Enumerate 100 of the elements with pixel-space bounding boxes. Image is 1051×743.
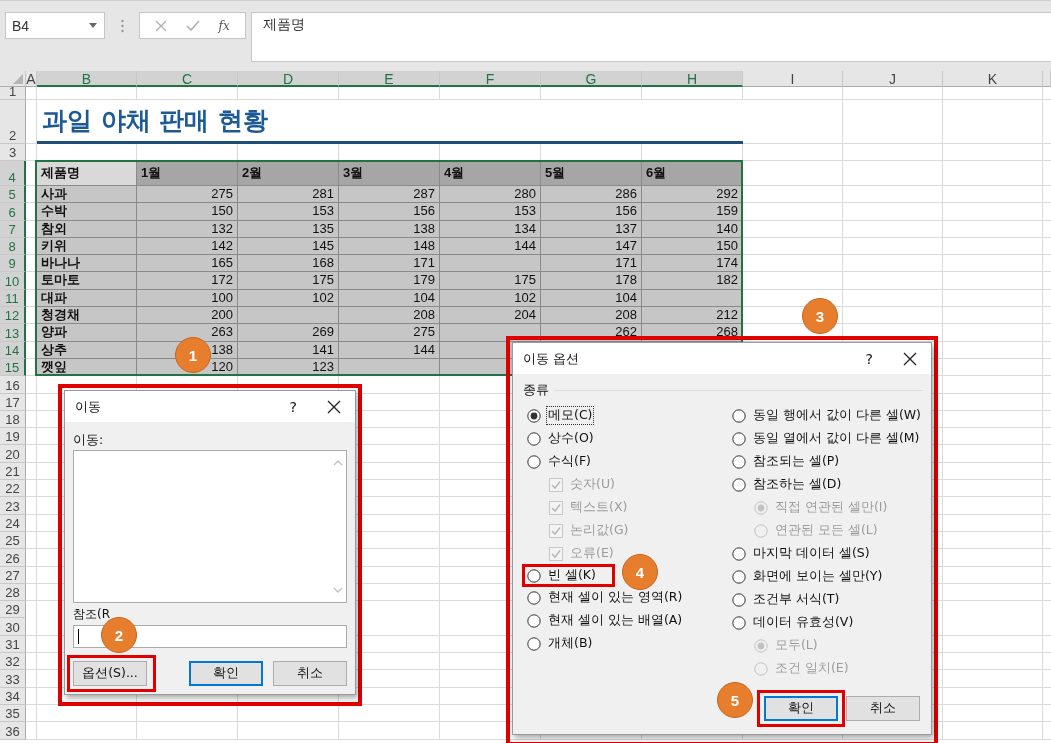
table-cell: 175 [440, 272, 541, 290]
row-header[interactable]: 32 [0, 653, 26, 671]
dropdown-icon [89, 23, 97, 28]
table-cell: 208 [541, 307, 642, 325]
help-button[interactable]: ? [289, 398, 297, 415]
radio-option[interactable]: 화면에 보이는 셀만(Y) [732, 565, 885, 588]
table-cell: 174 [642, 255, 743, 273]
close-icon [327, 399, 341, 414]
cancel-icon [155, 19, 168, 32]
dialog-button[interactable]: 확인 [189, 661, 263, 686]
row-header[interactable]: 20 [0, 445, 26, 463]
row-header[interactable]: 36 [0, 722, 26, 740]
row-header[interactable]: 30 [0, 618, 26, 636]
row-header[interactable]: 26 [0, 549, 26, 567]
row-header[interactable]: 1 [0, 87, 26, 100]
radio-option[interactable]: 상수(O) [527, 427, 596, 450]
product-name-cell: 청경채 [37, 307, 137, 325]
insert-function-button[interactable]: fx [218, 18, 230, 33]
product-name-cell: 양파 [37, 324, 137, 342]
sheet-title: 과일 야채 판매 현황 [37, 100, 743, 144]
row-header[interactable]: 9 [0, 255, 26, 273]
column-header[interactable] [1043, 71, 1051, 87]
product-name-cell: 수박 [37, 203, 137, 221]
column-header[interactable]: J [843, 71, 943, 87]
table-cell: 150 [137, 203, 238, 221]
column-header[interactable]: C [137, 71, 238, 87]
table-cell: 168 [238, 255, 339, 273]
table-cell: 156 [339, 203, 440, 221]
row-header[interactable]: 2 [0, 100, 26, 144]
chevron-down-icon [332, 587, 343, 593]
column-header[interactable]: F [440, 71, 541, 87]
table-cell: 212 [642, 307, 743, 325]
radio-option[interactable]: 개체(B) [527, 632, 595, 655]
radio-option[interactable]: 빈 셀(K) [527, 567, 598, 584]
table-cell: 275 [137, 186, 238, 204]
table-cell: 153 [440, 203, 541, 221]
dialog-button[interactable]: 옵션(S)... [73, 661, 147, 686]
column-heading: 6월 [642, 161, 743, 186]
column-header[interactable]: K [943, 71, 1043, 87]
row-header[interactable]: 23 [0, 497, 26, 515]
column-header[interactable]: B [37, 71, 137, 87]
column-heading: 3월 [339, 161, 440, 186]
radio-option[interactable]: 참조하는 셀(D) [732, 473, 844, 496]
table-cell: 275 [339, 324, 440, 342]
row-header[interactable]: 3 [0, 144, 26, 161]
radio-option[interactable]: 데이터 유효성(V) [732, 611, 856, 634]
help-button[interactable]: ? [865, 350, 873, 367]
radio-option[interactable]: 수식(F) [527, 450, 593, 473]
table-cell: 182 [642, 272, 743, 290]
column-header[interactable]: D [238, 71, 339, 87]
row-header[interactable]: 6 [0, 203, 26, 221]
row-header[interactable]: 4 [0, 161, 26, 186]
row-header[interactable]: 5 [0, 186, 26, 204]
radio-option[interactable]: 조건부 서식(T) [732, 588, 842, 611]
chevron-up-icon [332, 460, 343, 466]
column-heading: 1월 [137, 161, 238, 186]
close-icon [903, 351, 917, 366]
radio-option[interactable]: 참조되는 셀(P) [732, 450, 842, 473]
formula-field[interactable]: 제품명 [251, 12, 1051, 62]
row-header[interactable]: 29 [0, 601, 26, 619]
column-header[interactable]: H [642, 71, 743, 87]
product-name-cell: 사과 [37, 186, 137, 204]
column-heading: 2월 [238, 161, 339, 186]
table-cell: 287 [339, 186, 440, 204]
text-cursor [78, 629, 79, 644]
radio-option[interactable]: 마지막 데이터 셀(S) [732, 542, 872, 565]
dialog-button[interactable]: 확인 [764, 696, 838, 721]
check-icon [185, 19, 200, 32]
column-heading: 5월 [541, 161, 642, 186]
group-label: 종류 [523, 381, 549, 399]
radio-option[interactable]: 동일 열에서 값이 다른 셀(M) [732, 427, 922, 450]
list-box[interactable] [73, 450, 347, 603]
table-cell: 286 [541, 186, 642, 204]
radio-option[interactable]: 동일 행에서 값이 다른 셀(W) [732, 404, 923, 427]
radio-option[interactable]: 현재 셀이 있는 배열(A) [527, 609, 685, 632]
table-cell: 156 [541, 203, 642, 221]
row-header[interactable]: 12 [0, 307, 26, 325]
table-cell: 281 [238, 186, 339, 204]
dialog-button[interactable]: 취소 [846, 696, 920, 721]
name-box[interactable]: B4 [5, 12, 105, 39]
product-name-cell: 토마토 [37, 272, 137, 290]
table-cell: 172 [137, 272, 238, 290]
row-header[interactable]: 13 [0, 324, 26, 342]
row-header[interactable]: 10 [0, 272, 26, 290]
column-header[interactable]: G [541, 71, 642, 87]
table-cell: 171 [339, 255, 440, 273]
column-header[interactable]: I [743, 71, 843, 87]
column-header[interactable]: E [339, 71, 440, 87]
table-cell: 269 [238, 324, 339, 342]
table-cell: 159 [642, 203, 743, 221]
column-heading: 제품명 [37, 161, 137, 186]
row-header[interactable]: 19 [0, 428, 26, 446]
column-heading: 4월 [440, 161, 541, 186]
field-label: 이동: [73, 432, 104, 448]
row-header[interactable]: 22 [0, 480, 26, 498]
row-header[interactable]: 16 [0, 376, 26, 394]
table-cell: 208 [339, 307, 440, 325]
table-cell: 178 [541, 272, 642, 290]
dialog-button[interactable]: 취소 [273, 661, 347, 686]
row-header[interactable]: 33 [0, 670, 26, 688]
